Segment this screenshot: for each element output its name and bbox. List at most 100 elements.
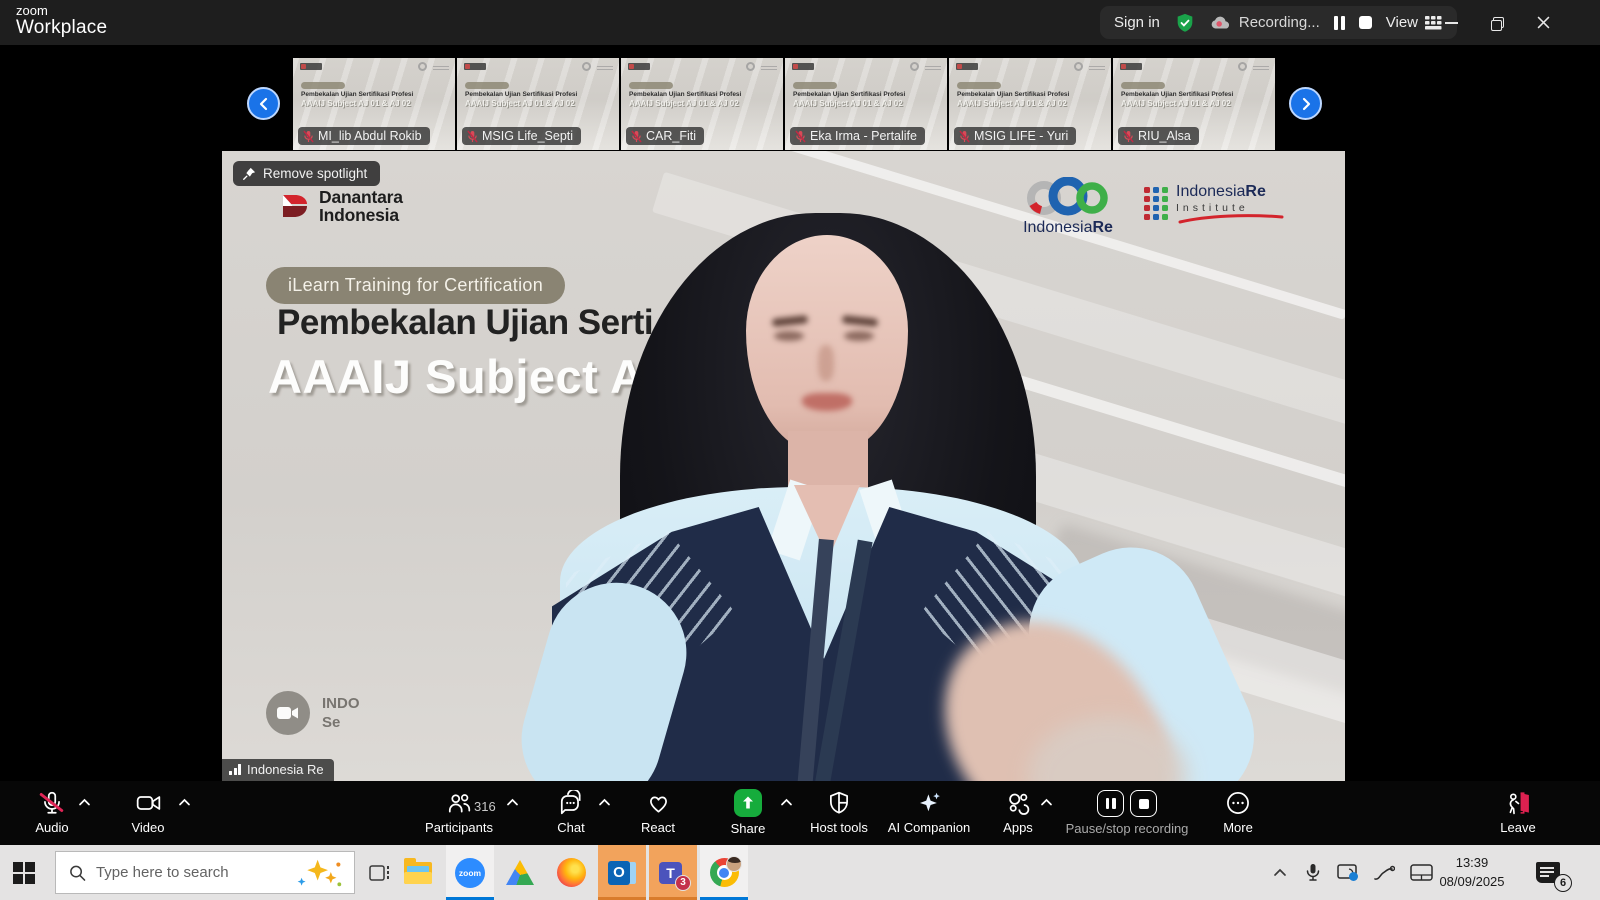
mini-slide-subtitle: AAAIJ Subject AJ 01 & AJ 02 [629, 99, 739, 108]
search-input[interactable] [95, 864, 295, 881]
tray-screen-cast[interactable] [1330, 845, 1366, 900]
taskbar-outlook[interactable]: O [598, 845, 646, 900]
cable-icon [1374, 865, 1395, 880]
mini-danantara-logo [300, 63, 322, 70]
institute-text: IndonesiaRe [1176, 183, 1266, 200]
taskbar-chrome[interactable] [700, 845, 748, 900]
pause-stop-recording-button[interactable]: Pause/stop recording [1052, 781, 1202, 845]
notification-center-button[interactable]: 6 [1522, 845, 1574, 900]
spotlight-video[interactable]: Danantara Indonesia iLearn Training for … [222, 151, 1345, 781]
muted-mic-icon [959, 130, 970, 142]
participant-name: RIU_Alsa [1138, 129, 1191, 143]
leave-button[interactable]: Leave [1478, 781, 1558, 845]
recording-stop-button[interactable] [1358, 16, 1372, 29]
taskbar-firefox[interactable] [547, 845, 595, 900]
more-ellipsis-icon [1225, 790, 1251, 816]
window-minimize-button[interactable] [1428, 0, 1474, 45]
taskbar-google-drive[interactable] [496, 845, 544, 900]
participants-count: 316 [474, 799, 496, 814]
participant-thumbnail[interactable]: Pembekalan Ujian Sertifikasi Profesi AAA… [621, 58, 783, 150]
video-options-chevron[interactable] [178, 798, 191, 807]
task-view-icon [369, 864, 389, 881]
clock-time: 13:39 [1455, 854, 1489, 870]
muted-mic-icon [467, 130, 478, 142]
apps-button[interactable]: Apps [978, 781, 1058, 845]
tray-mic-icon [1306, 864, 1320, 881]
share-screen-icon [734, 789, 762, 817]
windows-logo-icon [13, 861, 35, 884]
taskbar-file-explorer[interactable] [394, 845, 442, 900]
participant-name: CAR_Fiti [646, 129, 697, 143]
security-shield-icon [1174, 12, 1196, 34]
audio-options-chevron[interactable] [78, 798, 91, 807]
teams-notification-badge: 3 [675, 874, 691, 891]
indonesiare-logo: IndonesiaRe [1018, 177, 1118, 237]
participant-thumbnail[interactable]: Pembekalan Ujian Sertifikasi Profesi AAA… [949, 58, 1111, 150]
institute-swoosh [1178, 214, 1284, 224]
camera-watermark-icon [266, 691, 310, 735]
participants-icon [446, 790, 472, 816]
chat-button[interactable]: Chat [531, 781, 611, 845]
institute-dotgrid-icon [1144, 187, 1168, 220]
taskbar-clock[interactable]: 13:39 08/09/2025 [1424, 845, 1520, 900]
chrome-icon [709, 856, 742, 887]
tray-show-hidden-icons[interactable] [1262, 845, 1298, 900]
react-button[interactable]: React [618, 781, 698, 845]
ai-companion-button[interactable]: AI Companion [869, 781, 989, 845]
slide-subtitle: AAAIJ Subject A [268, 350, 645, 403]
chat-options-chevron[interactable] [598, 798, 611, 807]
video-button[interactable]: Video [108, 781, 188, 845]
outlook-icon: O [608, 859, 636, 887]
danantara-text-2: Indonesia [319, 204, 399, 225]
participant-thumbnail[interactable]: Pembekalan Ujian Sertifikasi Profesi AAA… [785, 58, 947, 150]
window-restore-button[interactable] [1474, 0, 1520, 45]
taskbar-zoom[interactable]: zoom [446, 845, 494, 900]
host-tools-shield-icon [826, 790, 852, 816]
participant-thumbnail[interactable]: Pembekalan Ujian Sertifikasi Profesi AAA… [457, 58, 619, 150]
recording-indicator: Recording... [1210, 14, 1320, 31]
tray-device-cable[interactable] [1366, 845, 1402, 900]
sign-in-button[interactable]: Sign in [1114, 14, 1160, 31]
video-camera-icon [135, 790, 162, 816]
share-options-chevron[interactable] [780, 798, 793, 807]
mini-slide-title: Pembekalan Ujian Sertifikasi Profesi [957, 91, 1070, 98]
mini-indonesiare-logo [418, 62, 427, 71]
speaker-name-pill: Indonesia Re [222, 759, 334, 781]
watermark-text-2: Se [322, 714, 341, 731]
audio-button[interactable]: Audio [12, 781, 92, 845]
tray-microphone[interactable] [1296, 845, 1330, 900]
participant-name-pill: MSIG Life_Septi [462, 127, 582, 145]
pause-recording-icon[interactable] [1097, 790, 1124, 817]
filmstrip-next-button[interactable] [1289, 87, 1322, 120]
connection-signal-icon [229, 764, 241, 775]
share-button[interactable]: Share [708, 781, 788, 845]
notification-count-badge: 6 [1554, 874, 1572, 892]
mini-danantara-logo [464, 63, 486, 70]
participant-name-pill: Eka Irma - Pertalife [790, 127, 925, 145]
recording-pause-button[interactable] [1333, 15, 1345, 30]
filmstrip-prev-button[interactable] [247, 87, 280, 120]
participant-name: Eka Irma - Pertalife [810, 129, 917, 143]
more-button[interactable]: More [1198, 781, 1278, 845]
start-button[interactable] [0, 845, 48, 900]
mini-slide-title: Pembekalan Ujian Sertifikasi Profesi [301, 91, 414, 98]
title-bar: zoom Workplace Sign in Recording... View [0, 0, 1600, 45]
search-icon [70, 865, 86, 881]
participant-thumbnail[interactable]: Pembekalan Ujian Sertifikasi Profesi AAA… [1113, 58, 1275, 150]
participants-options-chevron[interactable] [506, 798, 519, 807]
mini-indonesiare-logo [746, 62, 755, 71]
remove-spotlight-button[interactable]: Remove spotlight [233, 161, 381, 186]
taskbar-teams[interactable]: T 3 [649, 845, 697, 900]
cloud-recording-icon [1211, 16, 1229, 28]
danantara-logo-mark [283, 194, 307, 217]
participant-name: MSIG Life_Septi [482, 129, 574, 143]
slide-watermark: INDO Se [266, 691, 360, 735]
stop-recording-icon[interactable] [1130, 790, 1157, 817]
danantara-logo: Danantara Indonesia [280, 188, 403, 225]
participant-thumbnail[interactable]: Pembekalan Ujian Sertifikasi Profesi AAA… [293, 58, 455, 150]
muted-mic-icon [303, 130, 314, 142]
participant-name-pill: MI_lib Abdul Rokib [298, 127, 430, 145]
participants-button[interactable]: Participants [399, 781, 519, 845]
window-close-button[interactable] [1520, 0, 1566, 45]
indonesiare-text: IndonesiaRe [1023, 219, 1113, 236]
